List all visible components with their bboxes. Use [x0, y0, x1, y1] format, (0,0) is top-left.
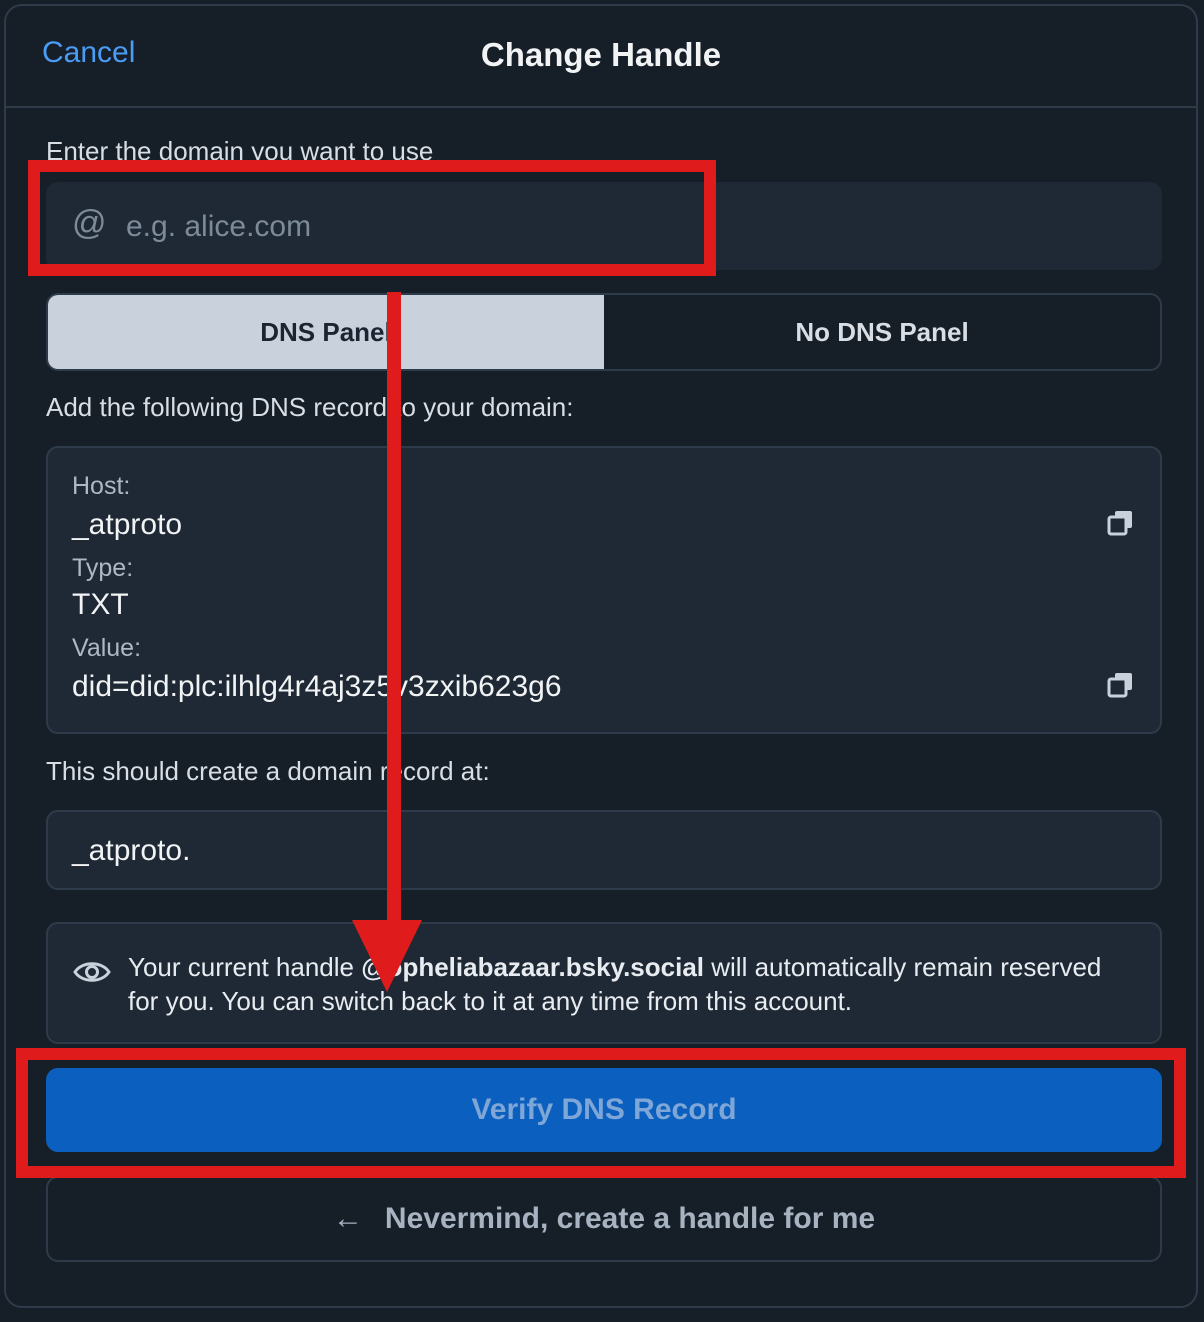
handle-notice: Your current handle @opheliabazaar.bsky.… [46, 922, 1162, 1044]
at-icon: @ [72, 204, 107, 242]
value-label: Value: [72, 634, 142, 662]
verify-dns-button[interactable]: Verify DNS Record [46, 1068, 1162, 1152]
domain-input-label: Enter the domain you want to use [46, 136, 434, 166]
host-value: _atproto [72, 508, 183, 541]
page-title: Change Handle [480, 36, 722, 73]
tab-dns-panel[interactable]: DNS Panel [48, 295, 604, 369]
domain-record-value: _atproto. [72, 834, 191, 867]
tab-no-dns-panel[interactable]: No DNS Panel [604, 295, 1160, 369]
domain-record-box: _atproto. [46, 810, 1162, 890]
type-value: TXT [72, 588, 129, 621]
copy-icon[interactable] [1106, 670, 1136, 700]
host-label: Host: [72, 472, 131, 500]
notice-text: Your current handle @opheliabazaar.bsky.… [128, 952, 1102, 1016]
domain-input-container[interactable]: @ [46, 182, 1162, 270]
current-handle: @opheliabazaar.bsky.social [361, 952, 705, 982]
dns-mode-tabs: DNS Panel No DNS Panel [46, 293, 1162, 371]
modal-header: Cancel Change Handle [6, 6, 1196, 108]
dns-record-box: Host: _atproto Type: TXT Value: did=did:… [46, 446, 1162, 734]
domain-record-label: This should create a domain record at: [46, 756, 490, 786]
copy-icon[interactable] [1106, 508, 1136, 538]
eye-icon [73, 962, 111, 982]
value-value: did=did:plc:ilhlg4r4aj3z5v3zxib623g6 [72, 670, 562, 703]
type-label: Type: [72, 554, 134, 582]
arrow-left-icon: ← [332, 1202, 363, 1235]
nevermind-label: Nevermind, create a handle for me [384, 1202, 876, 1235]
dns-instructions: Add the following DNS record to your dom… [46, 392, 574, 422]
nevermind-button[interactable]: ← Nevermind, create a handle for me [46, 1176, 1162, 1262]
change-handle-modal: Cancel Change Handle Enter the domain yo… [4, 4, 1198, 1308]
domain-input[interactable] [124, 196, 1128, 258]
